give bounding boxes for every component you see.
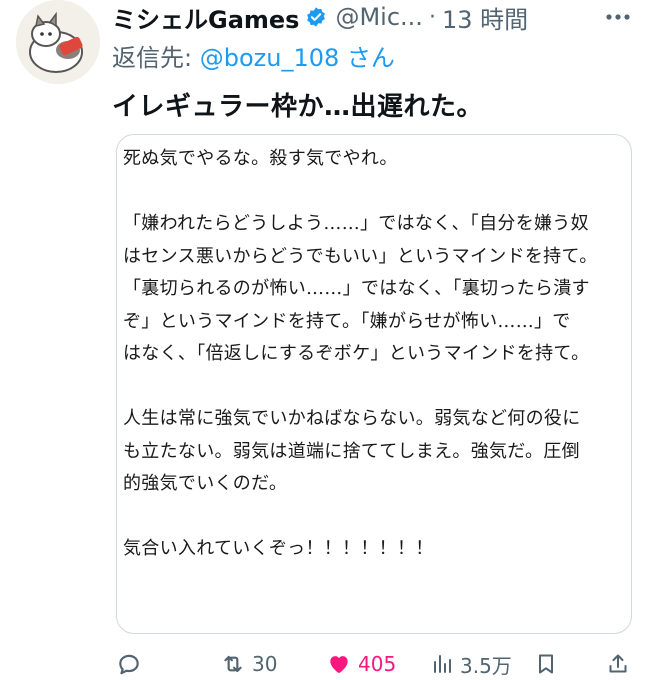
retweet-icon	[224, 655, 242, 673]
image-text-line: 「裏切られるのが怖い……」ではなく、「裏切ったら潰す	[123, 278, 590, 299]
image-text-line: 人生は常に強気でいかねばならない。弱気など何の役に	[123, 408, 581, 429]
image-text-line: 「嫌われたらどうしよう……」ではなく、「自分を嫌う奴	[123, 213, 589, 234]
image-text-line	[123, 501, 627, 534]
image-text-line: ぞ」というマインドを持て。「嫌がらせが怖い……」で	[123, 310, 571, 332]
reply-to-line: 返信先: @bozu_108 さん	[112, 38, 395, 73]
like-count: 405	[358, 652, 397, 676]
image-text-line: 気合い入れていくぞっ！！！！！！！	[123, 538, 434, 559]
retweet-count: 30	[252, 652, 278, 676]
verified-badge-icon	[307, 7, 326, 27]
image-text-line: 的強気でいくのだ。	[123, 473, 288, 494]
image-text-line: も立たない。弱気は道端に捨ててしまえ。強気だ。圧倒	[123, 440, 580, 462]
action-bar: 30 405 3.5万	[112, 648, 632, 680]
like-button[interactable]: 405	[326, 648, 396, 680]
tweet-header: ミシェルGames @Mic... · 13 時間	[112, 0, 632, 34]
display-name[interactable]: ミシェルGames	[112, 0, 299, 35]
heart-icon	[330, 656, 348, 674]
bookmark-icon	[539, 654, 553, 674]
avatar[interactable]	[16, 0, 100, 84]
image-text-line: 死ぬ気でやるな。殺す気でやれ。	[123, 148, 398, 169]
image-text-line: はなく、「倍返しにするぞボケ」というマインドを持て。	[123, 343, 590, 364]
bookmark-button[interactable]	[534, 648, 558, 680]
reply-bubble-icon	[119, 654, 139, 675]
reply-prefix: 返信先:	[112, 44, 200, 72]
views-count: 3.5万	[460, 653, 512, 678]
views-bars-icon	[434, 655, 451, 673]
image-text-line	[123, 371, 627, 404]
image-text-block: 死ぬ気でやるな。殺す気でやれ。 「嫌われたらどうしよう……」ではなく、「自分を嫌…	[123, 143, 627, 566]
cat-avatar-icon	[16, 0, 100, 84]
image-text-line: はセンス悪いからどうでもいい」というマインドを持て。	[123, 245, 598, 267]
timestamp[interactable]: 13 時間	[442, 0, 528, 35]
retweet-button[interactable]: 30	[220, 648, 277, 680]
reply-button[interactable]	[116, 648, 148, 680]
tweet-text: イレギュラー枠か…出遅れた。	[112, 92, 484, 122]
separator-dot: ·	[428, 4, 436, 30]
reply-mention-link[interactable]: @bozu_108 さん	[200, 44, 395, 72]
share-button[interactable]	[606, 648, 630, 680]
views-button[interactable]: 3.5万	[430, 648, 512, 680]
user-handle[interactable]: @Mic...	[335, 3, 422, 31]
more-dots-icon[interactable]	[604, 6, 632, 28]
image-text-line	[123, 176, 627, 209]
tweet-image[interactable]: 死ぬ気でやるな。殺す気でやれ。 「嫌われたらどうしよう……」ではなく、「自分を嫌…	[116, 134, 632, 634]
share-icon	[609, 654, 627, 673]
